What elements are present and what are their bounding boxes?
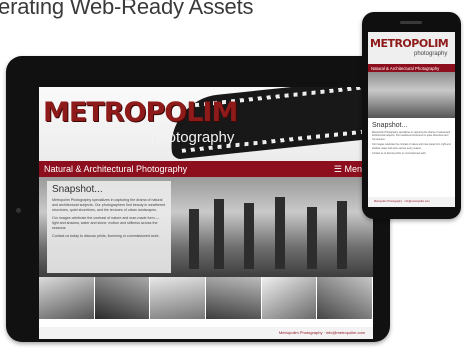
pier-post	[189, 209, 199, 269]
section-title: Snapshot...	[52, 184, 103, 195]
intro-paragraph: Metropolim Photography specializes in ca…	[52, 198, 166, 212]
nav-title: Natural & Architectural Photography	[44, 164, 188, 174]
thumbnail-image[interactable]	[206, 277, 262, 319]
phone-nav-bar[interactable]: Natural & Architectural Photography	[368, 64, 455, 72]
thumbnail-image[interactable]	[150, 277, 207, 319]
tablet-screen: METROPOLIM photography Natural & Archite…	[39, 87, 373, 339]
pier-post	[244, 203, 254, 269]
phone-logo-subtitle: photography	[414, 51, 448, 57]
phone-intro: Snapshot... Metropolim Photography speci…	[372, 122, 451, 157]
intro-paragraph: Contact us today to discuss prints, lice…	[52, 234, 160, 238]
site-nav-bar: Natural & Architectural Photography ☰ Me…	[39, 161, 373, 177]
pier-post	[214, 199, 224, 269]
thumbnail-strip	[39, 277, 373, 319]
pier-post	[275, 197, 285, 269]
phone-site-footer: Metropolim Photography · info@metropolim…	[368, 197, 455, 207]
phone-footer-contact[interactable]: Metropolim Photography · info@metropolim…	[374, 200, 430, 203]
phone-site-header: METROPOLIM photography	[368, 32, 455, 64]
intro-panel: Snapshot... Metropolim Photography speci…	[47, 181, 171, 273]
phone-nav-title: Natural & Architectural Photography	[371, 65, 440, 71]
phone-speaker	[400, 21, 422, 24]
site-logo-subtitle: photography	[151, 129, 235, 146]
pier-post	[307, 207, 317, 269]
phone-paragraph: Metropolim Photography specializes in ca…	[372, 131, 451, 141]
thumbnail-image[interactable]	[261, 277, 318, 319]
phone-site-logo[interactable]: METROPOLIM	[370, 37, 449, 50]
site-logo[interactable]: METROPOLIM	[43, 97, 238, 128]
phone-device: METROPOLIM photography Natural & Archite…	[362, 12, 461, 219]
pier-post	[337, 201, 347, 269]
phone-paragraph: Our images celebrate the contrast of nat…	[372, 143, 451, 150]
site-footer: Metropolim Photography · info@metropolim…	[39, 327, 373, 339]
intro-paragraph: Our images celebrate the contrast of nat…	[52, 216, 160, 230]
tablet-device: METROPOLIM photography Natural & Archite…	[6, 56, 390, 342]
phone-screen: METROPOLIM photography Natural & Archite…	[368, 32, 455, 207]
phone-hero-photo	[368, 72, 455, 118]
phone-paragraph: Contact us to discuss prints or commissi…	[372, 152, 427, 156]
tablet-camera	[16, 208, 21, 213]
thumbnail-image[interactable]	[39, 277, 95, 319]
thumbnail-image[interactable]	[94, 277, 151, 319]
thumbnail-image[interactable]	[317, 277, 373, 319]
phone-section-title: Snapshot...	[372, 122, 408, 129]
footer-contact[interactable]: Metropolim Photography · info@metropolim…	[279, 330, 365, 335]
site-header: METROPOLIM photography	[39, 87, 373, 161]
page-heading: nerating Web-Ready Assets	[0, 0, 254, 19]
hero-content: Snapshot... Metropolim Photography speci…	[39, 177, 373, 327]
